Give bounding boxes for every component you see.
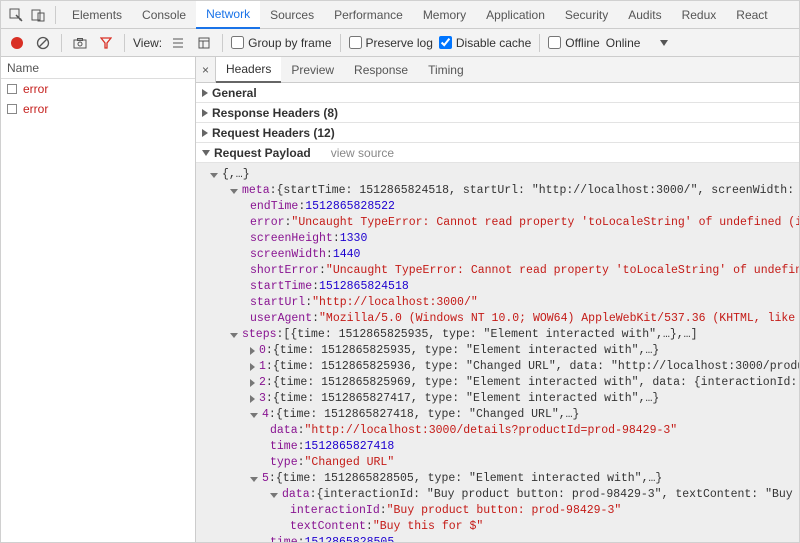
payload-line[interactable]: 0: {time: 1512865825935, type: "Element … (196, 343, 799, 359)
chevron-right-icon (202, 109, 208, 117)
view-label: View: (133, 36, 162, 50)
preserve-log-checkbox[interactable]: Preserve log (349, 36, 433, 50)
clear-icon[interactable] (33, 33, 53, 53)
payload-line[interactable]: startUrl: "http://localhost:3000/" (196, 295, 799, 311)
chevron-down-icon (250, 477, 258, 482)
file-icon (7, 84, 17, 94)
tab-sources[interactable]: Sources (260, 1, 324, 29)
payload-line[interactable]: 3: {time: 1512865827417, type: "Element … (196, 391, 799, 407)
payload-line[interactable]: userAgent: "Mozilla/5.0 (Windows NT 10.0… (196, 311, 799, 327)
payload-line[interactable]: 2: {time: 1512865825969, type: "Element … (196, 375, 799, 391)
tabs-separator (55, 6, 56, 24)
tab-application[interactable]: Application (476, 1, 555, 29)
throttling-label[interactable]: Online (606, 36, 641, 50)
chevron-down-icon (230, 333, 238, 338)
payload-line[interactable]: endTime: 1512865828522 (196, 199, 799, 215)
payload-line[interactable]: 5: {time: 1512865828505, type: "Element … (196, 471, 799, 487)
device-toolbar-icon[interactable] (27, 4, 49, 26)
offline-checkbox[interactable]: Offline (548, 36, 599, 50)
details-tab-headers[interactable]: Headers (216, 57, 281, 83)
payload-line[interactable]: screenWidth: 1440 (196, 247, 799, 263)
tab-console[interactable]: Console (132, 1, 196, 29)
payload-line[interactable]: steps: [{time: 1512865825935, type: "Ele… (196, 327, 799, 343)
inspect-icon[interactable] (5, 4, 27, 26)
payload-line[interactable]: data: {interactionId: "Buy product butto… (196, 487, 799, 503)
close-icon[interactable]: × (196, 57, 216, 83)
payload-line[interactable]: shortError: "Uncaught TypeError: Cannot … (196, 263, 799, 279)
record-button[interactable] (7, 33, 27, 53)
chevron-right-icon (250, 347, 255, 355)
payload-line[interactable]: error: "Uncaught TypeError: Cannot read … (196, 215, 799, 231)
tab-security[interactable]: Security (555, 1, 618, 29)
chevron-right-icon (250, 395, 255, 403)
payload-line[interactable]: type: "Changed URL" (196, 455, 799, 471)
filter-icon[interactable] (96, 33, 116, 53)
chevron-down-icon (202, 150, 210, 156)
payload-line[interactable]: interactionId: "Buy product button: prod… (196, 503, 799, 519)
view-source-link[interactable]: view source (331, 146, 394, 160)
section-general[interactable]: General (196, 83, 799, 103)
chevron-right-icon (202, 129, 208, 137)
payload-line[interactable]: meta: {startTime: 1512865824518, startUr… (196, 183, 799, 199)
tab-redux[interactable]: Redux (672, 1, 727, 29)
section-request-headers[interactable]: Request Headers (12) (196, 123, 799, 143)
section-request-payload[interactable]: Request Payload view source (196, 143, 799, 163)
disable-cache-checkbox[interactable]: Disable cache (439, 36, 531, 50)
payload-line[interactable]: startTime: 1512865824518 (196, 279, 799, 295)
payload-line[interactable]: 1: {time: 1512865825936, type: "Changed … (196, 359, 799, 375)
details-tab-preview[interactable]: Preview (281, 57, 344, 83)
tab-performance[interactable]: Performance (324, 1, 413, 29)
chevron-right-icon (250, 379, 255, 387)
payload-line[interactable]: time: 1512865827418 (196, 439, 799, 455)
request-name: error (23, 102, 48, 116)
request-list-header-name[interactable]: Name (1, 57, 195, 79)
throttling-dropdown-icon[interactable] (654, 33, 674, 53)
request-row[interactable]: error (1, 99, 195, 119)
tab-network[interactable]: Network (196, 1, 260, 29)
payload-line[interactable]: textContent: "Buy this for $" (196, 519, 799, 535)
request-row[interactable]: error (1, 79, 195, 99)
file-icon (7, 104, 17, 114)
chevron-down-icon (230, 189, 238, 194)
payload-line[interactable]: time: 1512865828505 (196, 535, 799, 542)
tab-memory[interactable]: Memory (413, 1, 476, 29)
request-name: error (23, 82, 48, 96)
group-by-frame-checkbox[interactable]: Group by frame (231, 36, 331, 50)
chevron-right-icon (250, 363, 255, 371)
payload-tree[interactable]: {,…}meta: {startTime: 1512865824518, sta… (196, 163, 799, 542)
devtools-main-tabs: ElementsConsoleNetworkSourcesPerformance… (1, 1, 799, 29)
network-toolbar: View: Group by frame Preserve log Disabl… (1, 29, 799, 57)
details-tab-timing[interactable]: Timing (418, 57, 474, 83)
chevron-right-icon (202, 89, 208, 97)
view-list-icon[interactable] (168, 33, 188, 53)
tab-react[interactable]: React (726, 1, 777, 29)
capture-screenshot-icon[interactable] (70, 33, 90, 53)
tab-audits[interactable]: Audits (618, 1, 671, 29)
payload-line[interactable]: {,…} (196, 167, 799, 183)
request-details-pane: × HeadersPreviewResponseTiming General R… (196, 57, 799, 542)
tab-elements[interactable]: Elements (62, 1, 132, 29)
payload-line[interactable]: 4: {time: 1512865827418, type: "Changed … (196, 407, 799, 423)
details-tab-response[interactable]: Response (344, 57, 418, 83)
payload-line[interactable]: screenHeight: 1330 (196, 231, 799, 247)
view-frames-icon[interactable] (194, 33, 214, 53)
section-response-headers[interactable]: Response Headers (8) (196, 103, 799, 123)
payload-line[interactable]: data: "http://localhost:3000/details?pro… (196, 423, 799, 439)
request-list-pane: Name error error (1, 57, 196, 542)
chevron-down-icon (250, 413, 258, 418)
chevron-down-icon (210, 173, 218, 178)
chevron-down-icon (270, 493, 278, 498)
details-tabs: × HeadersPreviewResponseTiming (196, 57, 799, 83)
